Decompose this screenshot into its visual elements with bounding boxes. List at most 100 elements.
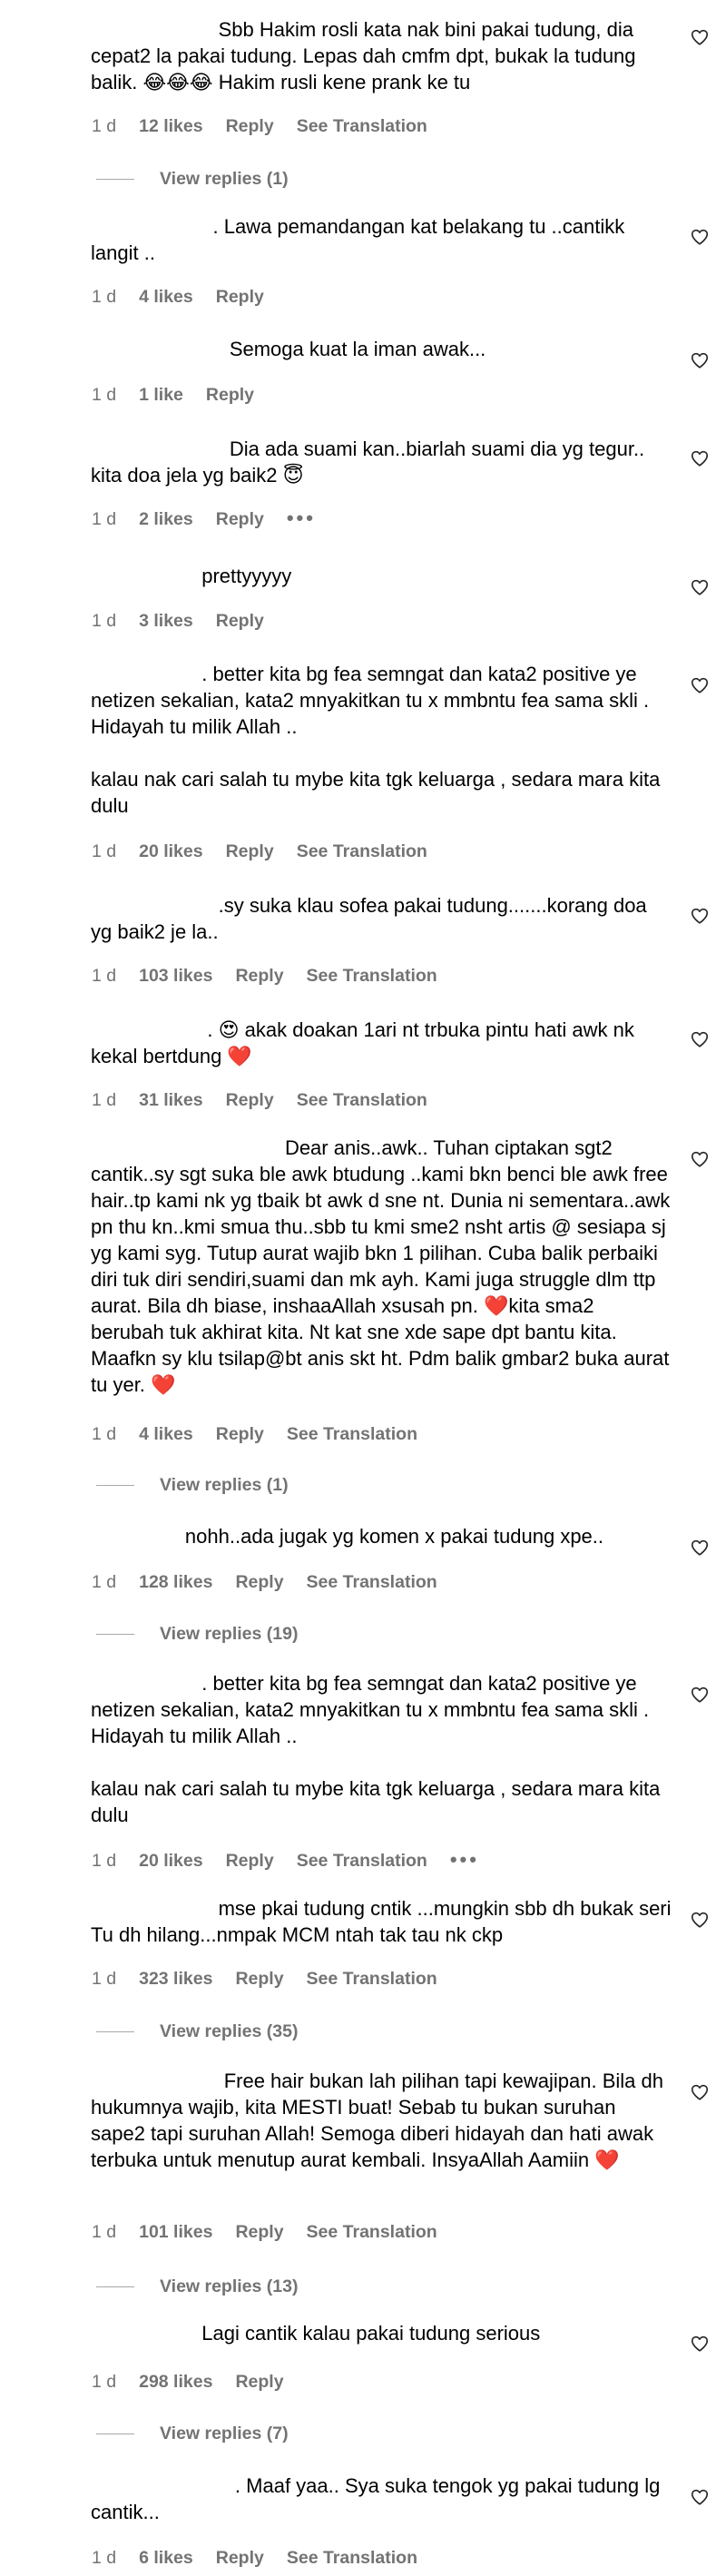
likes-count[interactable]: 4 likes [139, 1424, 193, 1445]
comment-text: mse pkai tudung cntik ...mungkin sbb dh … [91, 1897, 677, 1946]
likes-count[interactable]: 20 likes [139, 841, 202, 862]
comment-text: Dear anis..awk.. Tuhan ciptakan sgt2 can… [91, 1136, 676, 1396]
comment-text: Semoga kuat la iman awak... [91, 338, 486, 360]
see-translation-link[interactable]: See Translation [307, 966, 437, 987]
likes-count[interactable]: 298 likes [139, 2372, 212, 2393]
comment-text: .sy suka klau sofea pakai tudung.......k… [91, 894, 652, 943]
comment-text: Lagi cantik kalau pakai tudung serious [91, 2322, 541, 2345]
view-replies-label: View replies (13) [160, 2276, 299, 2296]
reply-button[interactable]: Reply [216, 287, 264, 308]
view-replies-label: View replies (35) [160, 2021, 299, 2041]
comment-text: . Lawa pemandangan kat belakang tu ..can… [91, 215, 631, 264]
comment-text: . better kita bg fea semngat dan kata2 p… [91, 663, 661, 817]
comment-text: prettyyyyy [91, 565, 292, 587]
comment-text: . 😍 akak doakan 1ari nt trbuka pintu hat… [91, 1018, 641, 1067]
more-dots-icon[interactable]: ••• [450, 1848, 479, 1872]
view-replies-label: View replies (7) [160, 2424, 289, 2443]
like-heart-icon[interactable] [690, 2082, 710, 2102]
likes-count[interactable]: 4 likes [139, 287, 193, 308]
see-translation-link[interactable]: See Translation [287, 1424, 417, 1445]
comment-timestamp: 1 d [92, 1090, 117, 1110]
replies-divider-line [96, 179, 134, 180]
likes-count[interactable]: 12 likes [139, 116, 202, 137]
likes-count[interactable]: 128 likes [139, 1572, 212, 1593]
likes-count[interactable]: 31 likes [139, 1090, 202, 1111]
likes-count[interactable]: 1 like [139, 385, 183, 406]
view-replies-label: View replies (1) [160, 169, 289, 189]
view-replies-button[interactable]: View replies (7) [96, 2424, 289, 2444]
see-translation-link[interactable]: See Translation [307, 2222, 437, 2243]
comment-meta: 1 d 101 likes Reply See Translation [92, 2222, 460, 2243]
comment-timestamp: 1 d [92, 2222, 117, 2242]
likes-count[interactable]: 103 likes [139, 966, 212, 987]
reply-button[interactable]: Reply [226, 841, 274, 862]
see-translation-link[interactable]: See Translation [307, 1969, 437, 1990]
likes-count[interactable]: 20 likes [139, 1851, 202, 1872]
like-heart-icon[interactable] [690, 1538, 710, 1558]
comment-meta: 1 d 4 likes Reply See Translation [92, 1424, 440, 1445]
reply-button[interactable]: Reply [216, 509, 264, 530]
see-translation-link[interactable]: See Translation [297, 1851, 427, 1872]
reply-button[interactable]: Reply [206, 385, 254, 406]
like-heart-icon[interactable] [690, 906, 710, 926]
reply-button[interactable]: Reply [235, 966, 283, 987]
comment-meta: 1 d 128 likes Reply See Translation [92, 1572, 460, 1593]
replies-divider-line [96, 1634, 134, 1635]
replies-divider-line [96, 1485, 134, 1486]
likes-count[interactable]: 2 likes [139, 509, 193, 530]
comment-timestamp: 1 d [92, 1424, 117, 1444]
comment-timestamp: 1 d [92, 611, 117, 631]
like-heart-icon[interactable] [690, 448, 710, 468]
see-translation-link[interactable]: See Translation [297, 841, 427, 862]
reply-button[interactable]: Reply [216, 2548, 264, 2569]
view-replies-button[interactable]: View replies (1) [96, 169, 289, 190]
reply-button[interactable]: Reply [235, 2222, 283, 2243]
view-replies-button[interactable]: View replies (1) [96, 1475, 289, 1496]
like-heart-icon[interactable] [690, 1685, 710, 1705]
reply-button[interactable]: Reply [226, 1851, 274, 1872]
like-heart-icon[interactable] [690, 1029, 710, 1049]
see-translation-link[interactable]: See Translation [297, 116, 427, 137]
likes-count[interactable]: 323 likes [139, 1969, 212, 1990]
comment-meta: 1 d 103 likes Reply See Translation [92, 966, 460, 987]
reply-button[interactable]: Reply [235, 1572, 283, 1593]
reply-button[interactable]: Reply [216, 1424, 264, 1445]
comment-text: . better kita bg fea semngat dan kata2 p… [91, 1672, 661, 1826]
more-dots-icon[interactable]: ••• [287, 506, 316, 530]
comment-text: Sbb Hakim rosli kata nak bini pakai tudu… [91, 18, 642, 93]
comment-meta: 1 d 20 likes Reply See Translation [92, 841, 450, 862]
comment-meta: 1 d 6 likes Reply See Translation [92, 2548, 440, 2569]
like-heart-icon[interactable] [690, 577, 710, 597]
like-heart-icon[interactable] [690, 2334, 710, 2354]
like-heart-icon[interactable] [690, 227, 710, 247]
see-translation-link[interactable]: See Translation [287, 2548, 417, 2569]
like-heart-icon[interactable] [690, 675, 710, 695]
see-translation-link[interactable]: See Translation [297, 1090, 427, 1111]
like-heart-icon[interactable] [690, 1149, 710, 1169]
like-heart-icon[interactable] [690, 1910, 710, 1930]
view-replies-label: View replies (19) [160, 1624, 299, 1644]
comment-meta: 1 d 2 likes Reply ••• [92, 506, 338, 530]
reply-button[interactable]: Reply [235, 1969, 283, 1990]
see-translation-link[interactable]: See Translation [307, 1572, 437, 1593]
comment-timestamp: 1 d [92, 2372, 117, 2392]
reply-button[interactable]: Reply [226, 116, 274, 137]
reply-button[interactable]: Reply [226, 1090, 274, 1111]
like-heart-icon[interactable] [690, 350, 710, 370]
like-heart-icon[interactable] [690, 27, 710, 47]
comment-timestamp: 1 d [92, 287, 117, 307]
comment-meta: 1 d 298 likes Reply [92, 2372, 307, 2393]
reply-button[interactable]: Reply [235, 2372, 283, 2393]
comment-meta: 1 d 20 likes Reply See Translation ••• [92, 1848, 502, 1872]
likes-count[interactable]: 3 likes [139, 611, 193, 632]
like-heart-icon[interactable] [690, 2487, 710, 2507]
view-replies-button[interactable]: View replies (19) [96, 1624, 298, 1645]
likes-count[interactable]: 101 likes [139, 2222, 212, 2243]
view-replies-button[interactable]: View replies (35) [96, 2021, 298, 2042]
comment-timestamp: 1 d [92, 841, 117, 861]
comment-timestamp: 1 d [92, 966, 117, 986]
view-replies-button[interactable]: View replies (13) [96, 2276, 298, 2297]
comment-meta: 1 d 31 likes Reply See Translation [92, 1090, 450, 1111]
likes-count[interactable]: 6 likes [139, 2548, 193, 2569]
reply-button[interactable]: Reply [216, 611, 264, 632]
